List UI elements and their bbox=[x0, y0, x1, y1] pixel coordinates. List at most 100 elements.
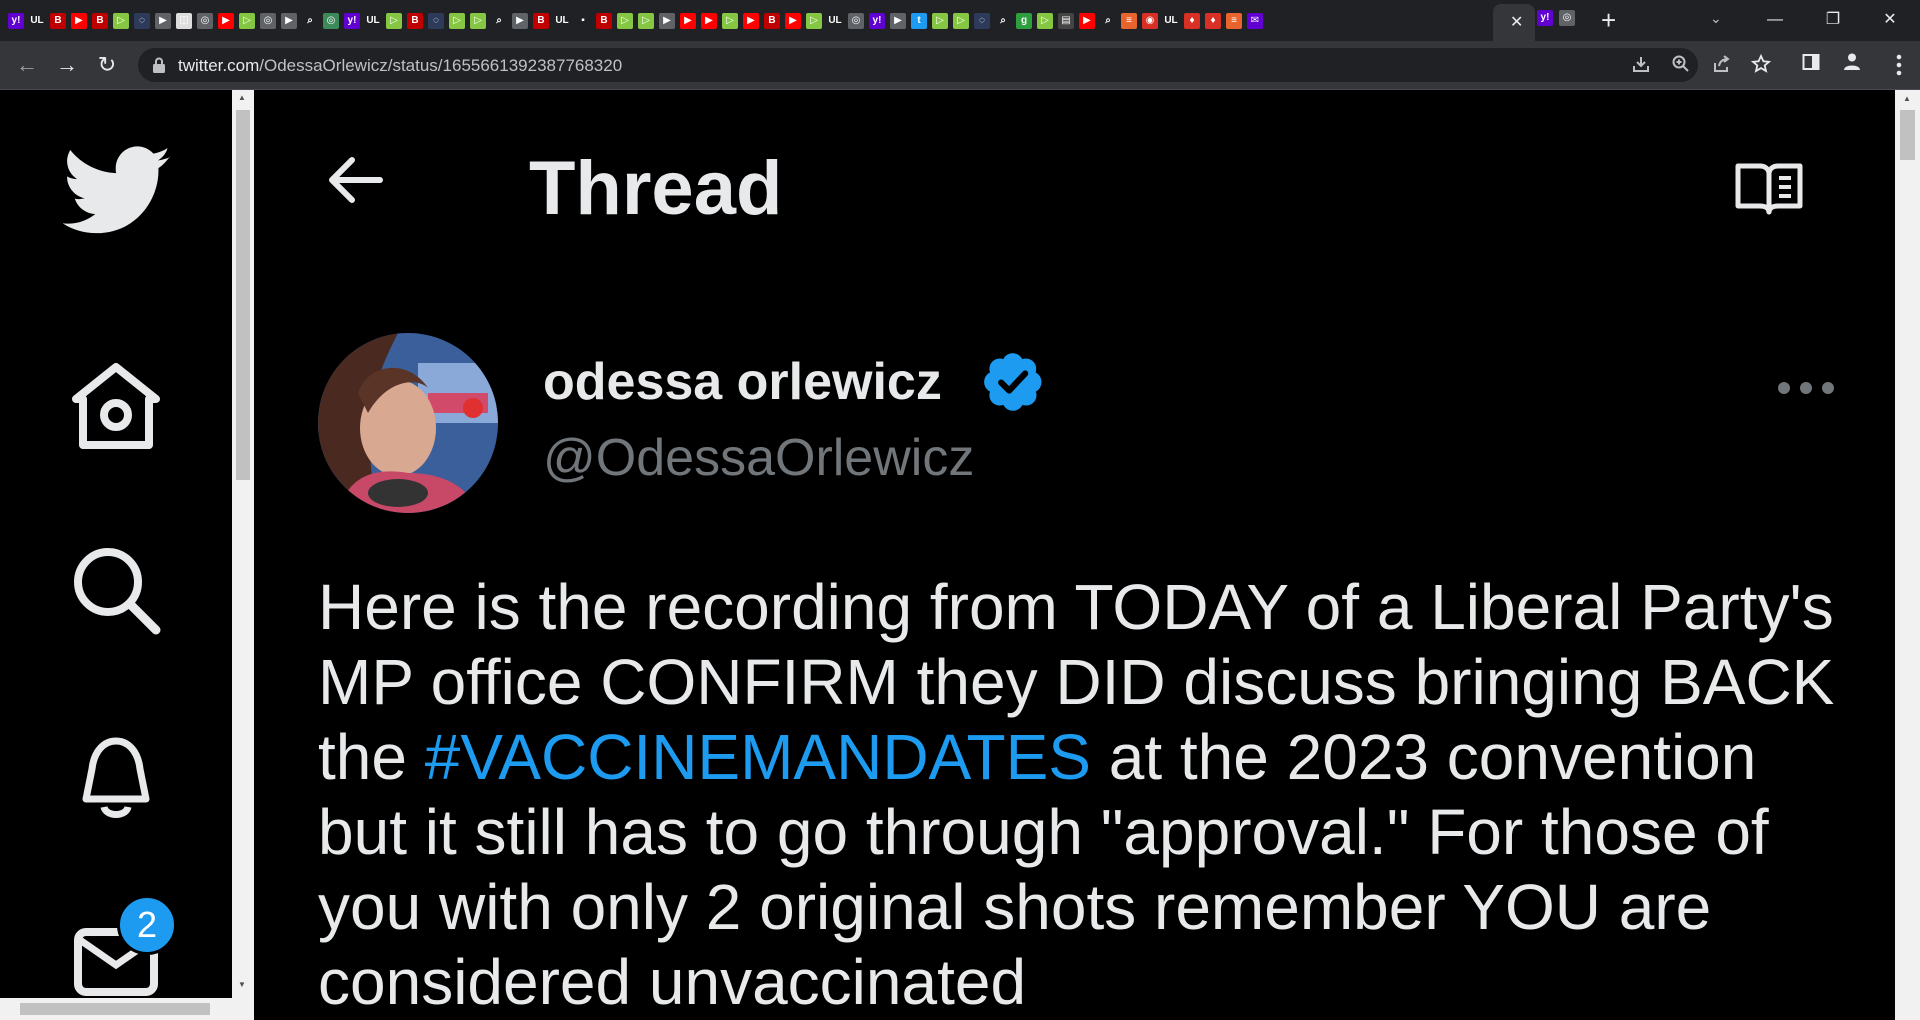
rumble-icon[interactable]: ▷ bbox=[239, 13, 255, 29]
rumble-icon[interactable]: ▷ bbox=[386, 13, 402, 29]
yahoo-icon[interactable]: y! bbox=[869, 13, 885, 29]
page-scroll-thumb[interactable] bbox=[1900, 110, 1915, 160]
profile-icon[interactable] bbox=[1837, 50, 1867, 80]
b-icon[interactable]: B bbox=[533, 13, 549, 29]
play-icon[interactable]: ▶ bbox=[890, 13, 906, 29]
globe-icon[interactable]: ◎ bbox=[323, 13, 339, 29]
yahoo-icon[interactable]: y! bbox=[344, 13, 360, 29]
play-icon[interactable]: ▶ bbox=[155, 13, 171, 29]
page-scrollbar[interactable]: ▲ bbox=[1895, 90, 1920, 1020]
ul-icon[interactable]: UL bbox=[827, 13, 843, 29]
search-icon[interactable] bbox=[66, 540, 166, 640]
rumble-icon[interactable]: ▷ bbox=[617, 13, 633, 29]
b-icon[interactable]: B bbox=[764, 13, 780, 29]
home-icon[interactable] bbox=[66, 355, 166, 455]
shield-red-icon[interactable]: ◉ bbox=[1142, 13, 1158, 29]
rumble-icon[interactable]: ▷ bbox=[932, 13, 948, 29]
globe-icon[interactable]: ◎ bbox=[197, 13, 213, 29]
shield-icon[interactable]: ◌ bbox=[428, 13, 444, 29]
youtube-icon[interactable]: ▶ bbox=[785, 13, 801, 29]
twitter-logo-icon[interactable] bbox=[63, 145, 173, 245]
zoom-icon[interactable] bbox=[1670, 54, 1692, 76]
back-button[interactable]: ← bbox=[12, 50, 42, 80]
ul-icon[interactable]: UL bbox=[554, 13, 570, 29]
globe-icon[interactable]: ◎ bbox=[260, 13, 276, 29]
youtube-icon[interactable]: ▶ bbox=[218, 13, 234, 29]
youtube-icon[interactable]: ▶ bbox=[680, 13, 696, 29]
tab-search-icon[interactable]: ⌄ bbox=[1710, 10, 1722, 27]
play-icon[interactable]: ▶ bbox=[659, 13, 675, 29]
search-icon[interactable]: ⌕ bbox=[1100, 13, 1116, 29]
forward-button[interactable]: → bbox=[52, 50, 82, 80]
youtube-icon[interactable]: ▶ bbox=[701, 13, 717, 29]
image-icon[interactable]: ◫ bbox=[176, 13, 192, 29]
ul-icon[interactable]: UL bbox=[29, 13, 45, 29]
b-icon[interactable]: B bbox=[407, 13, 423, 29]
play-icon[interactable]: ▶ bbox=[281, 13, 297, 29]
b-icon[interactable]: B bbox=[92, 13, 108, 29]
side-panel-icon[interactable] bbox=[1796, 50, 1826, 80]
yahoo-icon[interactable]: y! bbox=[1537, 10, 1553, 26]
url-text[interactable]: twitter.com/OdessaOrlewicz/status/165566… bbox=[178, 56, 622, 76]
page-scroll-up-arrow-icon[interactable]: ▲ bbox=[1903, 94, 1911, 103]
youtube-icon[interactable]: ▶ bbox=[71, 13, 87, 29]
twitter-icon[interactable]: t bbox=[911, 13, 927, 29]
shield-icon[interactable]: ◌ bbox=[134, 13, 150, 29]
lock-icon[interactable] bbox=[152, 57, 166, 73]
news-icon[interactable]: ▤ bbox=[1058, 13, 1074, 29]
browser-menu-icon[interactable] bbox=[1896, 54, 1902, 76]
ul-icon[interactable]: UL bbox=[365, 13, 381, 29]
bookmark-star-icon[interactable] bbox=[1750, 53, 1772, 76]
close-tab-icon[interactable]: ✕ bbox=[1510, 12, 1523, 32]
new-tab-button[interactable]: + bbox=[1601, 5, 1616, 35]
yahoo-mail-icon[interactable]: ✉ bbox=[1247, 13, 1263, 29]
rumble-icon[interactable]: ▷ bbox=[722, 13, 738, 29]
search-icon[interactable]: ⌕ bbox=[995, 13, 1011, 29]
reload-button[interactable]: ↻ bbox=[92, 50, 122, 80]
address-bar[interactable]: twitter.com/OdessaOrlewicz/status/165566… bbox=[138, 48, 1772, 82]
search-icon[interactable]: ⌕ bbox=[302, 13, 318, 29]
globe-icon[interactable]: ◎ bbox=[848, 13, 864, 29]
play-icon[interactable]: ▶ bbox=[512, 13, 528, 29]
more-options-icon[interactable] bbox=[1774, 378, 1864, 398]
sidebar-scroll-thumb[interactable] bbox=[236, 110, 250, 480]
b-icon[interactable]: B bbox=[596, 13, 612, 29]
minimize-button[interactable]: — bbox=[1755, 6, 1795, 34]
rumble-icon[interactable]: ▷ bbox=[113, 13, 129, 29]
active-tab[interactable]: ✕ bbox=[1493, 4, 1535, 41]
shield-icon[interactable]: ◌ bbox=[974, 13, 990, 29]
scroll-down-arrow-icon[interactable]: ▼ bbox=[238, 980, 246, 989]
verified-badge-icon[interactable] bbox=[982, 350, 1046, 414]
sidebar-scrollbar[interactable]: ▲ ▼ bbox=[232, 90, 254, 1020]
maple-icon[interactable]: ♦ bbox=[1205, 13, 1221, 29]
globe-icon[interactable]: ◎ bbox=[1559, 10, 1575, 26]
youtube-icon[interactable]: ▶ bbox=[1079, 13, 1095, 29]
youtube-icon[interactable]: ▶ bbox=[743, 13, 759, 29]
user-handle[interactable]: @OdessaOrlewicz bbox=[543, 428, 974, 488]
maple-icon[interactable]: ♦ bbox=[1184, 13, 1200, 29]
window-close-button[interactable]: ✕ bbox=[1870, 6, 1910, 34]
display-name[interactable]: odessa orlewicz bbox=[543, 352, 942, 412]
bookmark-icon[interactable]: ≡ bbox=[1121, 13, 1137, 29]
b-icon[interactable]: B bbox=[50, 13, 66, 29]
scroll-up-arrow-icon[interactable]: ▲ bbox=[238, 93, 246, 102]
reader-mode-icon[interactable] bbox=[1734, 160, 1804, 216]
dark-icon[interactable]: ▪ bbox=[575, 13, 591, 29]
rumble-icon[interactable]: ▷ bbox=[953, 13, 969, 29]
notifications-bell-icon[interactable] bbox=[66, 727, 166, 827]
rumble-icon[interactable]: ▷ bbox=[449, 13, 465, 29]
sidebar-horizontal-scrollbar[interactable] bbox=[0, 998, 232, 1020]
hashtag-link[interactable]: #VACCINEMANDATES bbox=[425, 721, 1091, 793]
ul-icon[interactable]: UL bbox=[1163, 13, 1179, 29]
g-icon[interactable]: g bbox=[1016, 13, 1032, 29]
avatar[interactable] bbox=[318, 333, 498, 513]
back-arrow-icon[interactable] bbox=[324, 155, 384, 205]
share-icon[interactable] bbox=[1710, 54, 1732, 76]
rumble-icon[interactable]: ▷ bbox=[638, 13, 654, 29]
horizontal-scroll-thumb[interactable] bbox=[20, 1003, 210, 1015]
maximize-button[interactable]: ❐ bbox=[1813, 6, 1853, 34]
install-app-icon[interactable] bbox=[1630, 54, 1652, 76]
rumble-icon[interactable]: ▷ bbox=[1037, 13, 1053, 29]
search-icon[interactable]: ⌕ bbox=[491, 13, 507, 29]
rumble-icon[interactable]: ▷ bbox=[806, 13, 822, 29]
